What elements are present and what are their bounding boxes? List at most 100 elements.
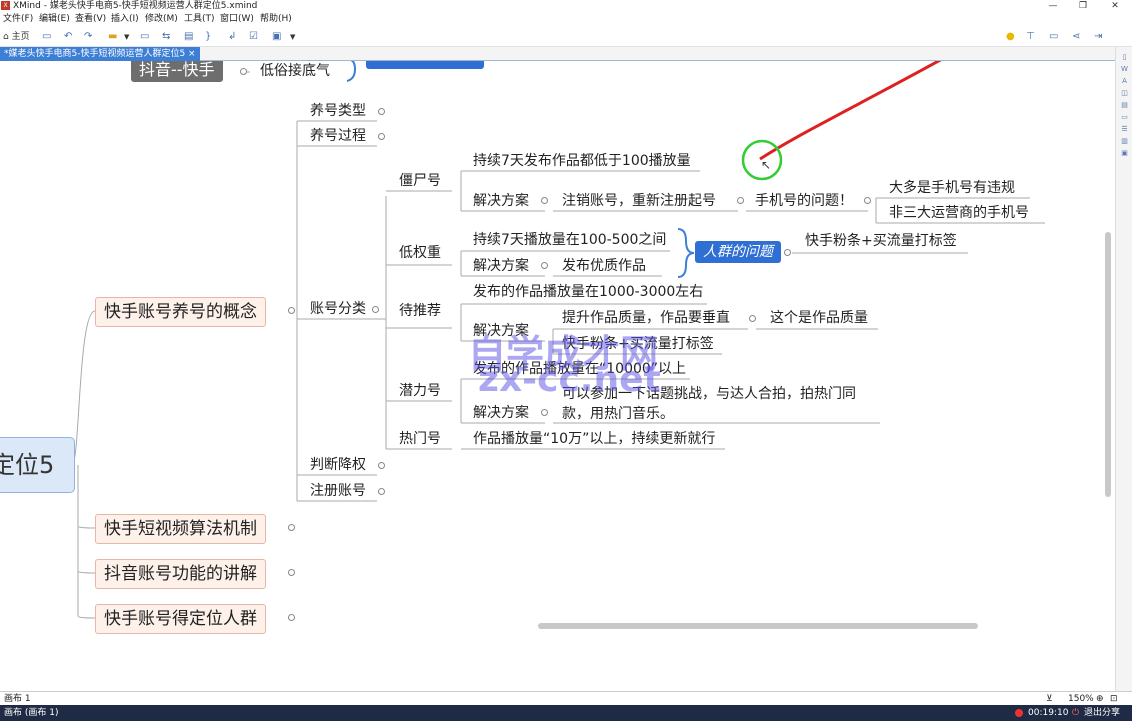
doc-icon[interactable]: ▥	[1119, 137, 1130, 146]
boundary-icon[interactable]: ▤	[184, 31, 193, 43]
redo-icon[interactable]: ↷	[84, 31, 92, 43]
menu-view[interactable]: 查看(V)	[75, 12, 106, 27]
menu-modify[interactable]: 修改(M)	[145, 12, 178, 27]
minimize-button[interactable]: —	[1038, 0, 1068, 12]
expand-toggle[interactable]	[378, 462, 385, 469]
topic-low-solution-label[interactable]: 解决方案	[471, 256, 531, 276]
collapse-toggle[interactable]	[784, 249, 791, 256]
collapse-toggle[interactable]	[749, 315, 756, 322]
w-icon[interactable]: W	[1119, 65, 1130, 74]
note-icon[interactable]: ↲	[228, 31, 236, 43]
share-icon[interactable]: ⋖	[1072, 31, 1080, 43]
topic-hot-desc[interactable]: 作品播放量“10万”以上，持续更新就行	[471, 429, 717, 449]
menu-file[interactable]: 文件(F)	[3, 12, 33, 27]
collapse-toggle[interactable]	[541, 409, 548, 416]
topic-pending-desc[interactable]: 发布的作品播放量在1000-3000左右	[471, 282, 705, 302]
sheet-tab[interactable]: 画布 1	[4, 692, 31, 706]
ruler-icon[interactable]: ▯	[1119, 53, 1130, 62]
topic-pending[interactable]: 待推荐	[397, 301, 443, 321]
idea-icon[interactable]: ●	[1006, 31, 1015, 43]
topic-account-classification[interactable]: 账号分类	[308, 299, 368, 319]
topic-douyin-functions[interactable]: 抖音账号功能的讲解	[95, 559, 266, 589]
topic-algorithm[interactable]: 快手短视频算法机制	[95, 514, 266, 544]
outline-icon[interactable]: ▭	[1119, 113, 1130, 122]
topic-zombie-desc[interactable]: 持续7天发布作品都低于100播放量	[471, 151, 693, 171]
expand-toggle[interactable]	[378, 108, 385, 115]
collapse-toggle[interactable]	[541, 262, 548, 269]
expand-toggle[interactable]	[288, 614, 295, 621]
topic-icon[interactable]: ▭	[140, 31, 149, 43]
expand-toggle[interactable]	[288, 569, 295, 576]
close-button[interactable]: ✕	[1100, 0, 1130, 12]
dropdown-icon[interactable]: ▼	[124, 31, 129, 43]
expand-toggle[interactable]	[378, 133, 385, 140]
menu-insert[interactable]: 插入(I)	[111, 12, 139, 27]
topic-account-type[interactable]: 养号类型	[308, 101, 368, 121]
export-icon[interactable]: ⇥	[1094, 31, 1102, 43]
topic-non-carrier-phone[interactable]: 非三大运营商的手机号	[887, 203, 1031, 223]
topic-zombie-solution[interactable]: 注销账号，重新注册起号	[560, 191, 718, 211]
filter-icon[interactable]: ⊻	[1046, 692, 1053, 706]
topic-low-weight[interactable]: 低权重	[397, 243, 443, 263]
topic-zombie-solution-label[interactable]: 解决方案	[471, 191, 531, 211]
horizontal-scrollbar[interactable]	[538, 623, 978, 629]
collapse-toggle[interactable]	[240, 68, 247, 75]
topic-vulgar[interactable]: 低俗接底气	[258, 61, 332, 81]
topic-potential-solution-label[interactable]: 解决方案	[471, 403, 531, 423]
summary-audience-problem[interactable]: 人群的问题	[695, 241, 781, 263]
topic-hot[interactable]: 热门号	[397, 429, 443, 449]
topic-phone-problem[interactable]: 手机号的问题！	[753, 191, 855, 211]
save-icon[interactable]: ▭	[42, 31, 51, 43]
relationship-icon[interactable]: ⇆	[162, 31, 170, 43]
notes-icon[interactable]: ▤	[1119, 101, 1130, 110]
collapse-toggle[interactable]	[737, 197, 744, 204]
topic-blue-partial[interactable]	[366, 61, 484, 69]
collapse-toggle[interactable]	[864, 197, 871, 204]
zoom-in-icon[interactable]: ⊕	[1096, 692, 1104, 706]
format-icon[interactable]: ◫	[1119, 89, 1130, 98]
menu-help[interactable]: 帮助(H)	[260, 12, 292, 27]
topic-target-audience[interactable]: 快手账号得定位人群	[95, 604, 266, 634]
tab-document[interactable]: *媒老头快手电商5-快手短视频运营人群定位5 ×	[0, 47, 200, 61]
task-icon[interactable]: ☑	[249, 31, 258, 43]
menu-edit[interactable]: 编辑(E)	[39, 12, 70, 27]
expand-toggle[interactable]	[378, 488, 385, 495]
zoom-level[interactable]: 150%	[1068, 692, 1094, 706]
topic-quality-note[interactable]: 这个是作品质量	[768, 308, 870, 328]
vertical-scrollbar[interactable]	[1105, 232, 1111, 497]
expand-toggle[interactable]	[288, 524, 295, 531]
topic-low-desc[interactable]: 持续7天播放量在100-500之间	[471, 230, 668, 250]
topic-account-process[interactable]: 养号过程	[308, 126, 368, 146]
undo-icon[interactable]: ↶	[64, 31, 72, 43]
topic-register-account[interactable]: 注册账号	[308, 481, 368, 501]
topic-judge-downweight[interactable]: 判断降权	[308, 455, 368, 475]
topic-potential[interactable]: 潜力号	[397, 381, 443, 401]
open-folder-icon[interactable]: ▬	[108, 31, 117, 43]
zoom-fit-icon[interactable]: ⊡	[1110, 692, 1118, 706]
topic-phone-violation[interactable]: 大多是手机号有违规	[887, 178, 1017, 198]
exit-share-button[interactable]: 退出分享	[1084, 705, 1120, 721]
menu-tools[interactable]: 工具(T)	[184, 12, 215, 27]
collapse-toggle[interactable]	[288, 307, 295, 314]
image-icon[interactable]: ▣	[1119, 149, 1130, 158]
topic-buy-traffic-tag[interactable]: 快手粉条+买流量打标签	[803, 231, 959, 251]
menu-window[interactable]: 窗口(W)	[220, 12, 254, 27]
collapse-toggle[interactable]	[541, 197, 548, 204]
restore-button[interactable]: ❐	[1068, 0, 1098, 12]
topic-douyin-kuaishou[interactable]: 抖音--快手	[131, 61, 223, 82]
home-button[interactable]: ⌂ 主页	[3, 31, 30, 43]
dropdown-icon[interactable]: ▼	[290, 31, 295, 43]
image-icon[interactable]: ▣	[272, 31, 281, 43]
mindmap-canvas[interactable]: 抖音--快手 低俗接底气 定位5 快手账号养号的概念 快手短视频算法机制 抖音账…	[0, 61, 1115, 691]
root-topic[interactable]: 定位5	[0, 437, 76, 493]
topic-low-solution[interactable]: 发布优质作品	[560, 256, 648, 276]
outline-icon[interactable]: ⊤	[1026, 31, 1035, 43]
topic-concept[interactable]: 快手账号养号的概念	[95, 297, 266, 327]
topic-potential-solution-line2[interactable]: 款，用热门音乐。	[560, 404, 676, 424]
topic-zombie[interactable]: 僵尸号	[397, 171, 443, 191]
ai-icon[interactable]: A	[1119, 77, 1130, 86]
list-icon[interactable]: ☰	[1119, 125, 1130, 134]
collapse-toggle[interactable]	[372, 306, 379, 313]
summary-icon[interactable]: }	[205, 31, 211, 43]
presentation-icon[interactable]: ▭	[1049, 31, 1058, 43]
